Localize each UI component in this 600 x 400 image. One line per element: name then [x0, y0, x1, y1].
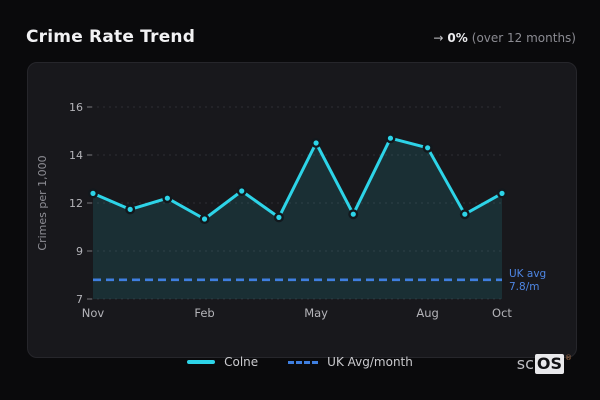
- legend-item-uk-avg[interactable]: UK Avg/month: [288, 355, 413, 369]
- svg-text:Crimes per 1,000: Crimes per 1,000: [36, 155, 49, 250]
- svg-text:Feb: Feb: [194, 306, 214, 320]
- trend-period: (over 12 months): [471, 31, 576, 45]
- svg-text:Aug: Aug: [416, 306, 438, 320]
- logo-prefix: sc: [516, 354, 534, 373]
- trend-value: 0%: [447, 31, 468, 45]
- solid-line-swatch-icon: [187, 360, 216, 364]
- svg-text:12: 12: [69, 197, 83, 210]
- logo-suffix: OS: [534, 354, 564, 374]
- svg-text:Oct: Oct: [492, 306, 512, 320]
- legend-label: UK Avg/month: [327, 355, 413, 369]
- chart-legend: Colne UK Avg/month: [0, 355, 600, 369]
- svg-text:9: 9: [76, 245, 83, 258]
- svg-text:14: 14: [69, 149, 83, 162]
- dashed-line-swatch-icon: [288, 360, 319, 364]
- legend-item-colne[interactable]: Colne: [187, 355, 258, 369]
- scos-logo: sc OS ®: [517, 354, 572, 374]
- crime-trend-page: Crime Rate Trend → 0% (over 12 months) 7 9 1…: [0, 0, 600, 400]
- svg-text:May: May: [304, 306, 328, 320]
- svg-text:7: 7: [76, 293, 83, 306]
- chart-card: 7 9 12 14 16 Crimes per 1,000 Nov Feb May Aug Oct U…: [27, 62, 577, 358]
- svg-text:Nov: Nov: [82, 306, 105, 320]
- page-title: Crime Rate Trend: [26, 27, 196, 47]
- svg-text:UK avg: UK avg: [509, 268, 546, 280]
- legend-label: Colne: [224, 355, 259, 369]
- svg-text:7.8/m: 7.8/m: [509, 281, 539, 293]
- registered-trademark-icon: ®: [565, 354, 572, 362]
- trend-arrow-icon: →: [433, 31, 444, 45]
- trend-indicator: → 0% (over 12 months): [433, 31, 576, 45]
- svg-text:16: 16: [69, 101, 83, 114]
- crime-trend-chart: 7 9 12 14 16 Crimes per 1,000 Nov Feb May Aug Oct U…: [36, 101, 546, 320]
